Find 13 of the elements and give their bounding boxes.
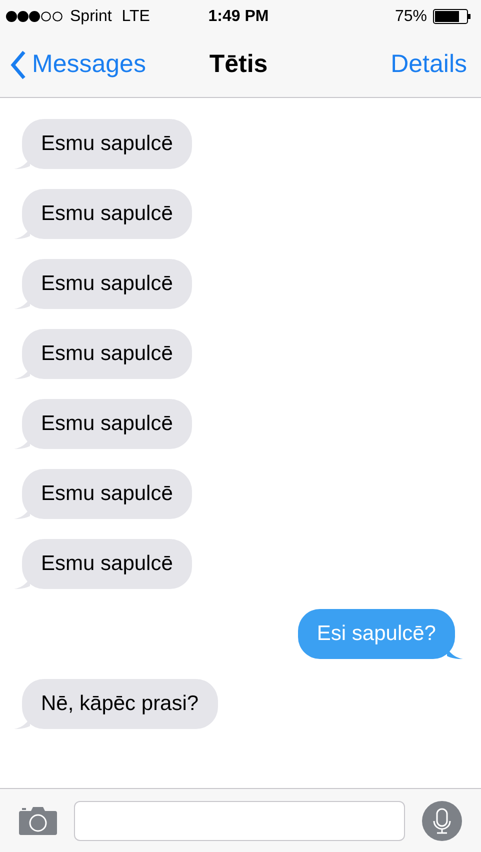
battery-icon <box>433 9 471 24</box>
conversation-title: Tētis <box>209 49 268 80</box>
carrier-name: Sprint <box>70 6 112 26</box>
chevron-left-icon <box>10 50 26 80</box>
back-button[interactable]: Messages <box>10 46 146 84</box>
network-type: LTE <box>122 6 150 26</box>
message-input-field[interactable] <box>74 800 405 840</box>
clock-time: 1:49 PM <box>208 6 269 26</box>
battery-percentage: 75% <box>394 6 427 26</box>
details-button[interactable]: Details <box>390 46 468 84</box>
camera-icon[interactable] <box>19 806 57 834</box>
signal-strength-icon <box>6 11 64 22</box>
microphone-icon[interactable] <box>422 800 462 840</box>
